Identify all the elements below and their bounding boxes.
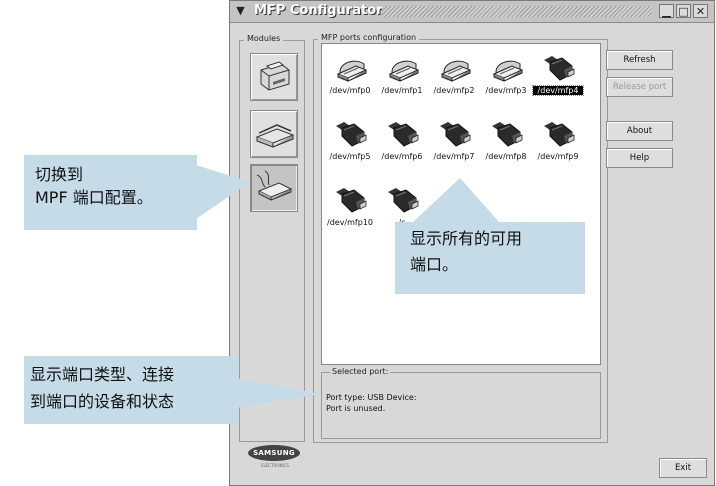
samsung-logo-sub: ELECTRONICS [261,463,289,468]
port-label: /dev/mfp6 [381,152,423,161]
usb-port-icon [336,122,367,147]
port-config-icon [256,170,293,201]
callout-switch-line1: 切换到 [35,165,84,184]
window-menu-icon[interactable]: ▼ [233,4,248,18]
minimize-button[interactable]: ▁ [659,4,674,18]
callout-switch-pointer [196,165,250,219]
samsung-logo-text: SAMSUNG [248,445,300,461]
callout-show-ports-line1: 显示所有的可用 [410,229,523,248]
usb-port-icon [388,122,419,147]
usb-port-icon [544,56,575,81]
callout-port-info-line1: 显示端口类型、连接 [30,365,175,384]
usb-port-icon [336,188,367,213]
callout-show-ports-pointer [412,178,500,223]
callout-switch-line2: MPF 端口配置。 [35,188,153,207]
port-label: /dev/mfp7 [433,152,475,161]
close-button[interactable]: ✕ [693,4,708,18]
port-label: /dev/mfp4 [532,85,584,96]
release-port-button[interactable]: Release port [606,77,673,97]
callout-show-ports-line2: 端口。 [410,255,459,274]
selected-port-label: Selected port: [330,367,391,376]
usb-port-icon [544,122,575,147]
printer-module-button[interactable] [250,53,298,101]
port-label: /dev/mfp10 [327,218,373,227]
port-label: /dev/mfp9 [537,152,579,161]
port-label: /dev/mfp8 [485,152,527,161]
usb-port-icon [440,122,471,147]
usb-port-icon [492,122,523,147]
port-config-module-button[interactable] [250,164,298,212]
about-button[interactable]: About [606,121,673,141]
port-label: /dev/mfp3 [485,86,527,95]
parallel-port-icon [388,60,420,82]
parallel-port-icon [440,60,472,82]
parallel-port-icon [492,60,524,82]
callout-port-info-line2: 到端口的设备和状态 [30,392,175,411]
port-label: /dev/mfp1 [381,86,423,95]
exit-button[interactable]: Exit [659,458,707,478]
selected-port-box: Selected port: Port type: USB Device: Po… [321,367,601,439]
parallel-port-icon [336,60,368,82]
callout-port-info-pointer [236,378,320,408]
port-label: /dev/mfp5 [329,152,371,161]
port-label: /dev/mfp0 [329,86,371,95]
maximize-button[interactable]: □ [676,4,691,18]
samsung-logo: SAMSUNG ELECTRONICS [245,445,305,475]
refresh-button[interactable]: Refresh [606,50,673,70]
port-label: /dev/mfp2 [433,86,475,95]
modules-label: Modules [244,34,284,43]
help-button[interactable]: Help [606,148,673,168]
port-type-line: Port type: USB Device: [326,393,417,402]
scanner-module-button[interactable] [250,110,298,158]
ports-group-label: MFP ports configuration [318,33,420,42]
window-title: MFP Configurator [254,3,383,18]
title-bar[interactable]: ▼ MFP Configurator ▁ □ ✕ [230,1,714,23]
printer-icon [260,61,290,91]
port-status-line: Port is unused. [326,404,386,413]
scanner-icon [255,124,295,148]
title-bar-hatch [382,6,652,17]
